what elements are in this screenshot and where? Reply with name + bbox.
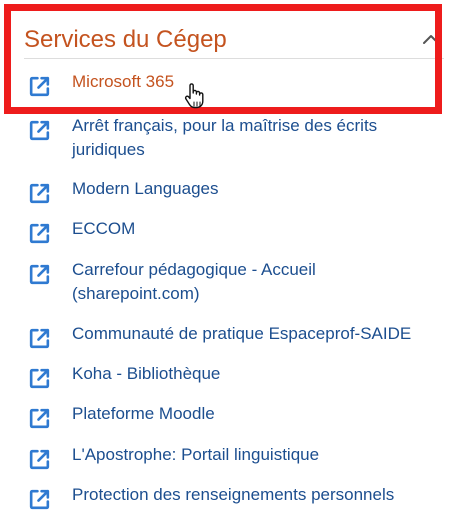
link-label: ECCOM (72, 219, 136, 238)
link-label: Arrêt français, pour la maîtrise des écr… (72, 116, 378, 159)
link-label: Plateforme Moodle (72, 404, 215, 423)
link-label: L'Apostrophe: Portail linguistique (72, 445, 320, 464)
external-link-icon (29, 264, 50, 285)
link-label: Carrefour pédagogique - Accueil (sharepo… (72, 260, 316, 303)
external-link-icon (29, 449, 50, 470)
section-title: Services du Cégep (24, 26, 227, 53)
link-label: Koha - Bibliothèque (72, 364, 221, 383)
external-link-icon (29, 368, 50, 389)
link-label: Microsoft 365 (72, 72, 175, 91)
section-header[interactable]: Services du Cégep (24, 24, 444, 59)
external-link-icon (29, 328, 50, 349)
highlight-box (4, 4, 442, 114)
external-link-icon (29, 223, 50, 244)
link-label: Communauté de pratique Espaceprof-SAIDE (72, 324, 412, 343)
external-link-icon (29, 76, 50, 97)
external-link-icon (29, 183, 50, 204)
external-link-icon (29, 489, 50, 510)
external-link-icon (29, 408, 50, 429)
external-link-icon (29, 120, 50, 141)
link-label: Protection des renseignements personnels (72, 485, 395, 504)
link-label: Modern Languages (72, 179, 219, 198)
chevron-up-icon[interactable] (422, 32, 440, 46)
